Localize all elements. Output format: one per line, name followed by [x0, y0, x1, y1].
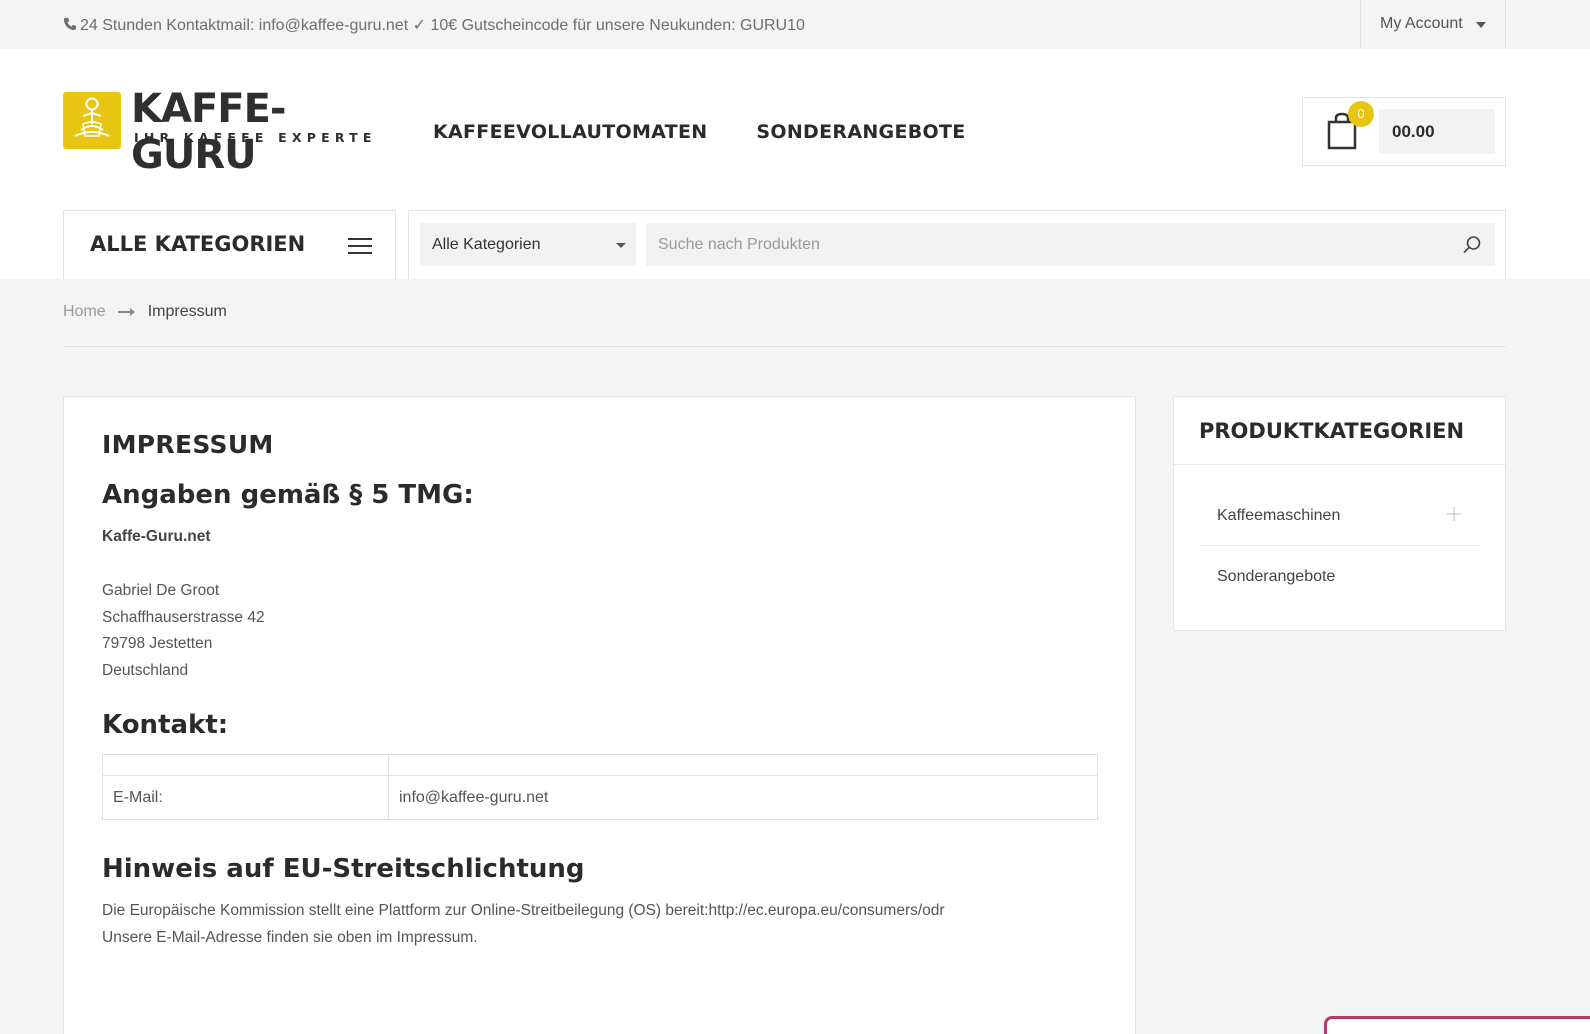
cart-count-badge: 0 — [1348, 101, 1374, 127]
nav-item-sonderangebote[interactable]: SONDERANGEBOTE — [756, 121, 965, 143]
company-name: Kaffe-Guru.net — [102, 528, 211, 545]
logo-tagline: IHR KAFFEE EXPERTE — [134, 130, 377, 145]
sidebar-title: PRODUKTKATEGORIEN — [1199, 419, 1465, 443]
main-nav: KAFFEEVOLLAUTOMATEN SONDERANGEBOTE — [433, 121, 966, 143]
my-account-label: My Account — [1380, 15, 1463, 32]
breadcrumb: Home Impressum — [63, 303, 227, 321]
address-line: Schaffhauserstrasse 42 — [102, 608, 265, 626]
all-categories-label: ALLE KATEGORIEN — [90, 232, 306, 256]
table-cell-label: E-Mail: — [102, 775, 389, 820]
table-row — [102, 754, 1098, 776]
all-categories-toggle[interactable]: ALLE KATEGORIEN — [63, 210, 396, 279]
chevron-down-icon — [1476, 22, 1486, 28]
sidebar-item-kaffeemaschinen[interactable]: Kaffeemaschinen — [1217, 507, 1340, 525]
table-cell-label — [102, 754, 389, 776]
cart-total: 00.00 — [1379, 109, 1495, 154]
contact-info: 24 Stunden Kontaktmail: info@kaffee-guru… — [63, 15, 805, 35]
search-input[interactable] — [646, 223, 1495, 266]
phone-icon — [63, 17, 77, 31]
table-row: E-Mail: info@kaffee-guru.net — [102, 775, 1098, 820]
arrow-right-icon — [117, 308, 135, 316]
breadcrumb-home-link[interactable]: Home — [63, 303, 106, 321]
divider — [1174, 464, 1505, 465]
search-icon[interactable] — [1462, 235, 1482, 255]
search-bar: Alle Kategorien — [408, 210, 1506, 279]
plus-icon[interactable] — [1447, 507, 1461, 521]
address-line: 79798 Jestetten — [102, 635, 213, 653]
address-block: Gabriel De Groot Schaffhauserstrasse 42 … — [102, 578, 265, 685]
category-select-value: Alle Kategorien — [432, 236, 541, 253]
breadcrumb-current: Impressum — [147, 303, 227, 320]
widget-corner[interactable] — [1324, 1016, 1590, 1034]
email-value[interactable]: info@kaffee-guru.net — [388, 775, 1098, 820]
contact-text: 24 Stunden Kontaktmail: info@kaffee-guru… — [80, 17, 805, 34]
top-bar: 24 Stunden Kontaktmail: info@kaffee-guru… — [0, 0, 1590, 49]
chevron-down-icon — [616, 243, 626, 248]
product-categories-widget: PRODUKTKATEGORIEN Kaffeemaschinen Sonder… — [1173, 396, 1506, 631]
logo-badge — [63, 92, 121, 149]
eu-text-line: Unsere E-Mail-Adresse finden sie oben im… — [102, 928, 478, 946]
eu-text: Die Europäische Kommission stellt eine P… — [102, 898, 945, 951]
section-heading-tmg: Angaben gemäß § 5 TMG: — [102, 480, 474, 510]
page-title: IMPRESSUM — [102, 430, 274, 459]
header: KAFFE-GURU IHR KAFFEE EXPERTE KAFFEEVOLL… — [0, 49, 1590, 279]
my-account-dropdown[interactable]: My Account — [1360, 0, 1506, 49]
category-select[interactable]: Alle Kategorien — [420, 223, 636, 266]
divider — [1199, 545, 1481, 546]
logo[interactable]: KAFFE-GURU IHR KAFFEE EXPERTE — [63, 86, 383, 178]
nav-item-kaffeevollautomaten[interactable]: KAFFEEVOLLAUTOMATEN — [433, 121, 707, 143]
contact-table: E-Mail: info@kaffee-guru.net — [102, 754, 1098, 820]
address-line: Gabriel De Groot — [102, 582, 220, 599]
meditating-guru-icon — [74, 97, 110, 137]
section-heading-eu: Hinweis auf EU-Streitschlichtung — [102, 854, 585, 884]
address-line: Deutschland — [102, 662, 189, 680]
breadcrumb-divider — [63, 346, 1506, 347]
cart-widget[interactable]: 0 00.00 — [1302, 97, 1506, 166]
section-heading-kontakt: Kontakt: — [102, 710, 229, 740]
table-cell-value — [388, 754, 1098, 776]
sidebar-item-sonderangebote[interactable]: Sonderangebote — [1217, 568, 1335, 586]
main-content: IMPRESSUM Angaben gemäß § 5 TMG: Kaffe-G… — [63, 396, 1136, 1034]
eu-text-line: Die Europäische Kommission stellt eine P… — [102, 902, 945, 919]
hamburger-menu-icon — [348, 238, 372, 254]
